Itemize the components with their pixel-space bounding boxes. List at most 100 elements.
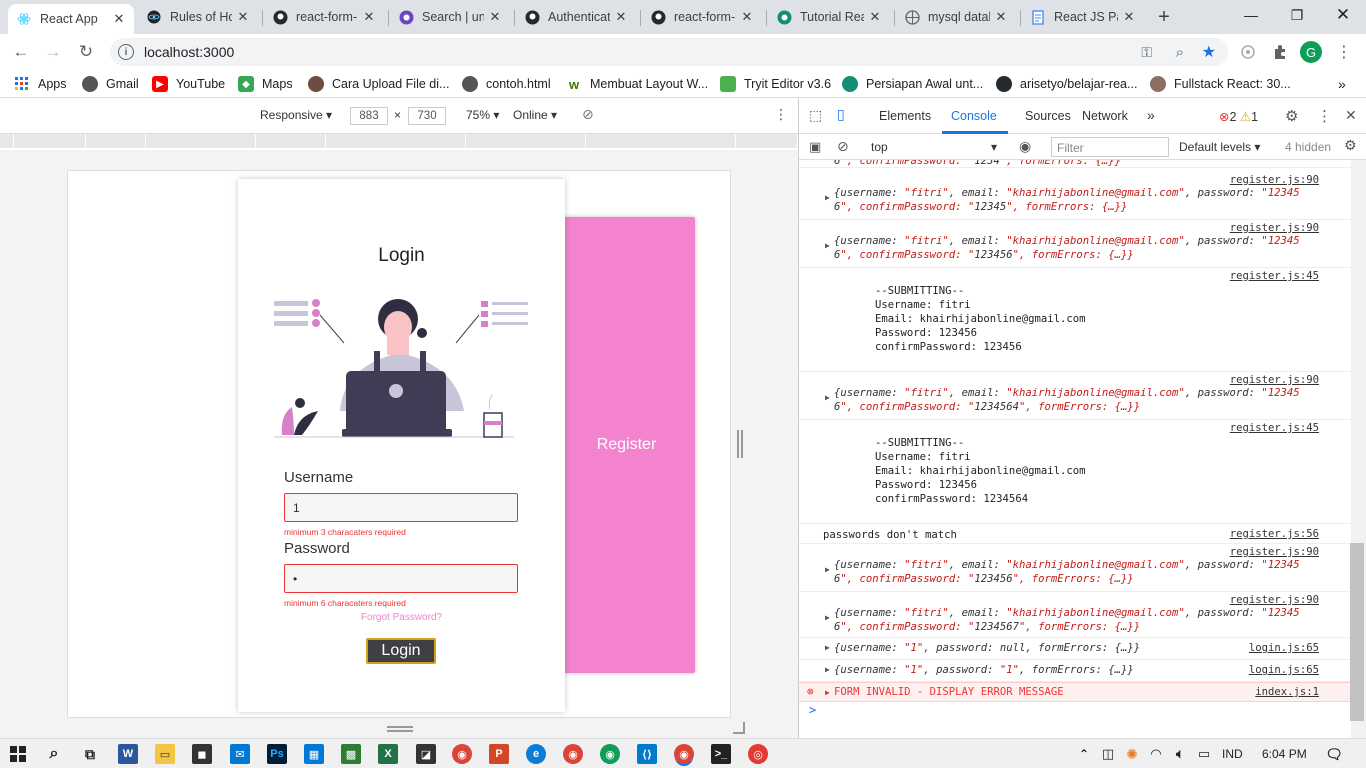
console-message[interactable]: register.js:90 ▶ {username: "fitri", ema…	[799, 372, 1351, 420]
tab-console[interactable]: Console	[951, 109, 997, 123]
console-prompt[interactable]: >	[809, 703, 816, 717]
resize-corner-handle[interactable]	[733, 722, 745, 734]
zoom-dropdown[interactable]: 75% ▾	[466, 108, 499, 122]
bookmark-fullstack-react[interactable]: Fullstack React: 30...	[1150, 75, 1291, 93]
device-mode-dropdown[interactable]: Responsive ▾	[260, 108, 332, 122]
more-tabs-icon[interactable]: »	[1147, 107, 1155, 123]
media-query-ruler[interactable]	[0, 134, 798, 150]
resize-handle-bottom[interactable]	[387, 726, 413, 732]
width-input[interactable]: 883	[350, 107, 388, 125]
back-icon[interactable]: ←	[8, 40, 34, 64]
settings-gear-icon[interactable]: ⚙	[1285, 107, 1298, 125]
expand-triangle-icon[interactable]: ▶	[825, 393, 830, 402]
tab-rules-of-hooks[interactable]: Rules of Ho ✕	[138, 4, 258, 30]
context-selector[interactable]: top ▾	[871, 140, 997, 154]
source-link[interactable]: register.js:90	[1230, 594, 1319, 606]
battery-icon[interactable]: ▭	[1194, 744, 1214, 764]
console-message[interactable]: register.js:90 ▶ {username: "fitri", ema…	[799, 592, 1351, 638]
terminal-icon[interactable]: >_	[711, 744, 731, 764]
expand-triangle-icon[interactable]: ▶	[825, 688, 830, 697]
maximize-button[interactable]: ❐	[1274, 0, 1320, 30]
expand-triangle-icon[interactable]: ▶	[825, 565, 830, 574]
bookmark-star-icon[interactable]: ★	[1202, 42, 1216, 62]
notification-icon[interactable]: 🗨︎	[1324, 744, 1344, 764]
app-icon[interactable]: ▩	[341, 744, 361, 764]
task-view-icon[interactable]: ⧉	[80, 744, 100, 764]
tab-network[interactable]: Network	[1082, 109, 1128, 123]
close-icon[interactable]: ✕	[1122, 9, 1136, 25]
sticky-notes-icon[interactable]: ◪	[416, 744, 436, 764]
tab-react-form-1[interactable]: react-form- ✕	[264, 4, 384, 30]
expand-triangle-icon[interactable]: ▶	[825, 665, 830, 674]
tray-overflow-icon[interactable]: ⌃	[1074, 744, 1094, 764]
console-message[interactable]: register.js:90 ▶ {username: "fitri", ema…	[799, 220, 1351, 268]
vscode-icon[interactable]: ⟨⟩	[637, 744, 657, 764]
rotate-icon[interactable]: ⊘	[582, 106, 594, 123]
volume-icon[interactable]: 🔈︎	[1170, 744, 1190, 764]
chrome-icon[interactable]: ◉	[452, 744, 472, 764]
info-icon[interactable]: i	[118, 44, 134, 60]
tab-search-unsplash[interactable]: Search | un ✕	[390, 4, 510, 30]
bookmark-arisetyo[interactable]: arisetyo/belajar-rea...	[996, 75, 1137, 93]
close-window-button[interactable]: ✕	[1320, 0, 1366, 30]
extension-icon[interactable]	[1238, 42, 1258, 62]
new-tab-button[interactable]: +	[1152, 5, 1176, 29]
store-icon[interactable]: ◼	[192, 744, 212, 764]
console-message[interactable]: register.js:90 ▶ {username: "fitri", ema…	[799, 172, 1351, 220]
inspect-element-icon[interactable]: ⬚	[809, 107, 822, 124]
reload-icon[interactable]: ↻	[73, 40, 99, 64]
source-link[interactable]: register.js:56	[1230, 528, 1319, 540]
file-explorer-icon[interactable]: ▭	[155, 744, 175, 764]
bookmark-gmail[interactable]: Gmail	[82, 75, 139, 93]
edge-icon[interactable]: e	[526, 744, 546, 764]
expand-triangle-icon[interactable]: ▶	[825, 241, 830, 250]
close-icon[interactable]: ✕	[868, 9, 882, 25]
console-settings-icon[interactable]: ⚙	[1344, 137, 1357, 154]
bookmark-tryit[interactable]: Tryit Editor v3.6	[720, 75, 831, 93]
close-icon[interactable]: ✕	[740, 9, 754, 25]
tab-elements[interactable]: Elements	[879, 109, 931, 123]
word-icon[interactable]: W	[118, 744, 138, 764]
console-scrollbar-thumb[interactable]	[1350, 543, 1364, 721]
wifi-icon[interactable]: ◠	[1146, 744, 1166, 764]
expand-triangle-icon[interactable]: ▶	[825, 643, 830, 652]
puzzle-icon[interactable]	[1270, 42, 1290, 62]
tab-authentication[interactable]: Authenticat ✕	[516, 4, 636, 30]
profile-avatar[interactable]: G	[1300, 41, 1322, 63]
chrome-icon-active[interactable]: ◉	[674, 744, 694, 764]
console-error-message[interactable]: ⊗ ▶ FORM INVALID - DISPLAY ERROR MESSAGE…	[799, 682, 1351, 702]
bookmarks-overflow-icon[interactable]: »	[1338, 75, 1346, 93]
close-icon[interactable]: ✕	[236, 9, 250, 25]
console-message[interactable]: register.js:45 --SUBMITTING-- Username: …	[799, 420, 1351, 524]
console-message[interactable]: login.js:65 ▶ {username: "1", password: …	[799, 638, 1351, 660]
language-indicator[interactable]: IND	[1222, 747, 1243, 761]
clock[interactable]: 6:04 PM	[1262, 747, 1307, 761]
device-toggle-icon[interactable]: ▯	[837, 106, 845, 123]
register-panel[interactable]: Register	[558, 217, 695, 673]
close-devtools-icon[interactable]: ✕	[1345, 107, 1357, 124]
height-input[interactable]: 730	[408, 107, 446, 125]
tab-mysql[interactable]: mysql datal ✕	[896, 4, 1016, 30]
close-icon[interactable]: ✕	[362, 9, 376, 25]
calendar-icon[interactable]: ▦	[304, 744, 324, 764]
source-link[interactable]: register.js:45	[1230, 270, 1319, 282]
source-link[interactable]: register.js:90	[1230, 374, 1319, 386]
close-icon[interactable]: ✕	[994, 9, 1008, 25]
tab-tutorial-react[interactable]: Tutorial Rea ✕	[768, 4, 890, 30]
log-levels-dropdown[interactable]: Default levels ▾	[1179, 140, 1260, 154]
console-message[interactable]: register.js:90 ▶ {username: "fitri", ema…	[799, 544, 1351, 592]
eye-icon[interactable]: ◉	[1019, 138, 1031, 155]
chrome-icon[interactable]: ◉	[563, 744, 583, 764]
console-filter-input[interactable]: Filter	[1051, 137, 1169, 157]
bookmark-cara-upload[interactable]: Cara Upload File di...	[308, 75, 449, 93]
console-message[interactable]: login.js:65 ▶ {username: "1", password: …	[799, 660, 1351, 682]
error-count-badge[interactable]: ⊗2 ⚠1	[1219, 109, 1258, 124]
tab-react-js-pagination[interactable]: React JS Pa ✕	[1022, 4, 1144, 30]
login-button[interactable]: Login	[366, 638, 436, 664]
bookmark-apps[interactable]: Apps	[14, 75, 67, 93]
expand-triangle-icon[interactable]: ▶	[825, 613, 830, 622]
source-link[interactable]: login.js:65	[1249, 642, 1319, 654]
close-icon[interactable]: ✕	[112, 11, 126, 27]
bookmark-contoh[interactable]: contoh.html	[462, 75, 551, 93]
search-icon[interactable]: ⌕	[44, 744, 64, 764]
